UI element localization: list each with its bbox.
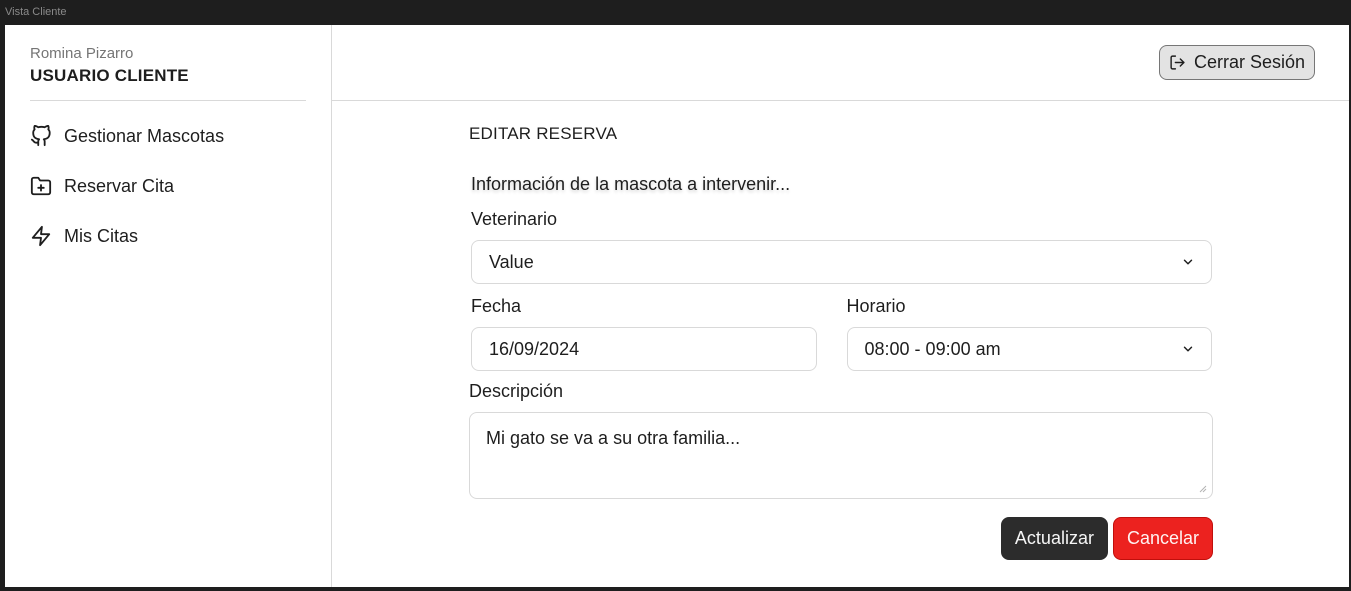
resize-grip-icon[interactable] [1199, 485, 1207, 493]
user-name: Romina Pizarro [30, 45, 134, 62]
app-frame: Romina Pizarro USUARIO CLIENTE Gestionar… [5, 25, 1349, 587]
time-label: Horario [846, 296, 906, 316]
date-label: Fecha [471, 296, 522, 316]
time-column: Horario 08:00 - 09:00 am [846, 296, 1212, 371]
date-value: 16/09/2024 [489, 338, 580, 359]
vet-select-value: Value [489, 251, 534, 272]
logout-button[interactable]: Cerrar Sesión [1158, 45, 1315, 80]
sidebar: Romina Pizarro USUARIO CLIENTE Gestionar… [5, 25, 332, 587]
vet-label: Veterinario [471, 209, 558, 229]
date-input[interactable]: 16/09/2024 [471, 327, 817, 371]
chevron-down-icon [1181, 342, 1195, 356]
sidebar-item-gestionar-mascotas[interactable]: Gestionar Mascotas [30, 111, 306, 161]
date-column: Fecha 16/09/2024 [471, 296, 817, 371]
sidebar-item-mis-citas[interactable]: Mis Citas [30, 211, 306, 261]
cancel-button[interactable]: Cancelar [1112, 517, 1213, 560]
zap-icon [30, 225, 52, 247]
sidebar-item-reservar-cita[interactable]: Reservar Cita [30, 161, 306, 211]
sidebar-divider [30, 100, 306, 101]
date-time-row: Fecha 16/09/2024 Horario 08:00 - 09:00 a… [469, 296, 1212, 371]
log-out-icon [1169, 54, 1186, 71]
sidebar-item-label: Gestionar Mascotas [64, 125, 225, 146]
top-bar: Cerrar Sesión [332, 25, 1349, 101]
description-label: Descripción [469, 381, 564, 401]
update-button[interactable]: Actualizar [1000, 517, 1108, 560]
window-title: Vista Cliente [0, 0, 1351, 25]
main-content: Cerrar Sesión EDITAR RESERVA Información… [332, 25, 1349, 587]
logout-label: Cerrar Sesión [1193, 52, 1305, 72]
form-title: EDITAR RESERVA [469, 124, 618, 143]
form-actions: Actualizar Cancelar [469, 517, 1213, 560]
sidebar-item-label: Mis Citas [64, 225, 139, 246]
time-select[interactable]: 08:00 - 09:00 am [846, 327, 1212, 371]
github-icon [30, 125, 52, 147]
user-role: USUARIO CLIENTE [30, 66, 189, 85]
time-select-value: 08:00 - 09:00 am [864, 338, 1001, 359]
description-value: Mi gato se va a su otra familia... [486, 428, 741, 448]
folder-plus-icon [30, 175, 52, 197]
vet-select[interactable]: Value [471, 240, 1212, 284]
form-subtitle: Información de la mascota a intervenir..… [471, 174, 791, 194]
sidebar-item-label: Reservar Cita [64, 175, 175, 196]
edit-reservation-form: EDITAR RESERVA Información de la mascota… [469, 124, 1213, 560]
description-textarea[interactable]: Mi gato se va a su otra familia... [469, 412, 1213, 499]
chevron-down-icon [1181, 255, 1195, 269]
